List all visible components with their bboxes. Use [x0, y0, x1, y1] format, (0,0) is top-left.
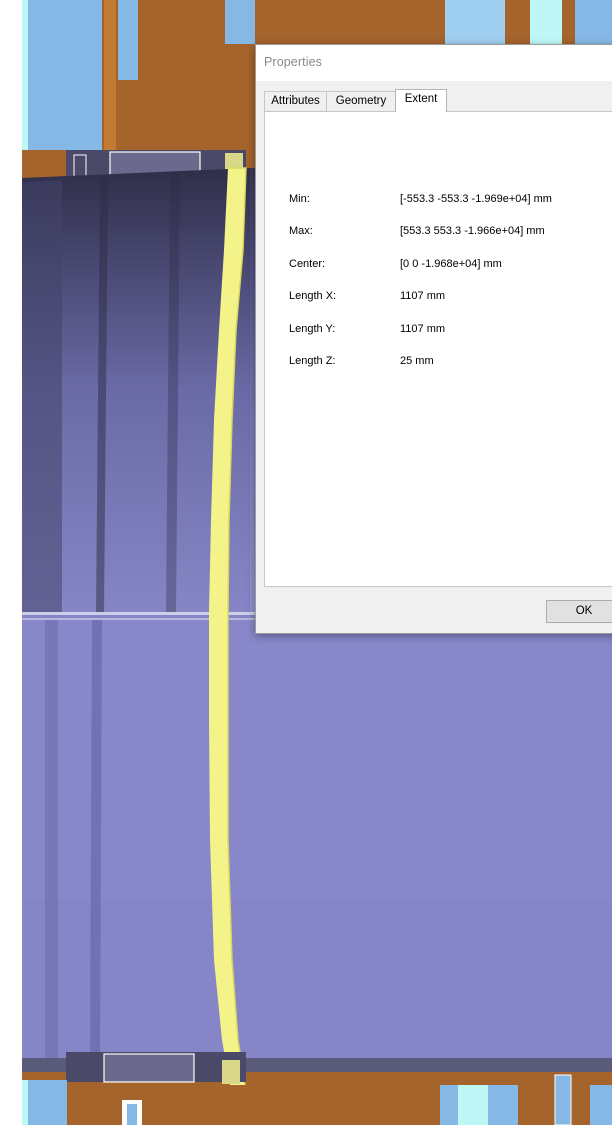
tab-geometry[interactable]: Geometry — [326, 91, 396, 111]
max-label: Max: — [289, 225, 313, 237]
extent-panel: Min: [-553.3 -553.3 -1.969e+04] mm Max: … — [264, 111, 612, 587]
dialog-title: Properties — [264, 55, 322, 69]
properties-dialog: Properties Attributes Geometry Extent Mi… — [255, 44, 612, 634]
length-y-label: Length Y: — [289, 323, 336, 335]
min-value: [-553.3 -553.3 -1.969e+04] mm — [400, 193, 552, 205]
length-y-value: 1107 mm — [400, 323, 446, 335]
max-value: [553.3 553.3 -1.966e+04] mm — [400, 225, 545, 237]
center-value: [0 0 -1.968e+04] mm — [400, 258, 502, 270]
tab-extent[interactable]: Extent — [395, 89, 447, 112]
min-label: Min: — [289, 193, 310, 205]
ok-button[interactable]: OK — [546, 600, 612, 623]
center-label: Center: — [289, 258, 326, 270]
length-x-label: Length X: — [289, 290, 337, 302]
length-z-value: 25 mm — [400, 355, 434, 367]
tab-attributes[interactable]: Attributes — [264, 91, 327, 111]
length-x-value: 1107 mm — [400, 290, 446, 302]
length-z-label: Length Z: — [289, 355, 336, 367]
dialog-titlebar[interactable]: Properties — [256, 45, 612, 81]
